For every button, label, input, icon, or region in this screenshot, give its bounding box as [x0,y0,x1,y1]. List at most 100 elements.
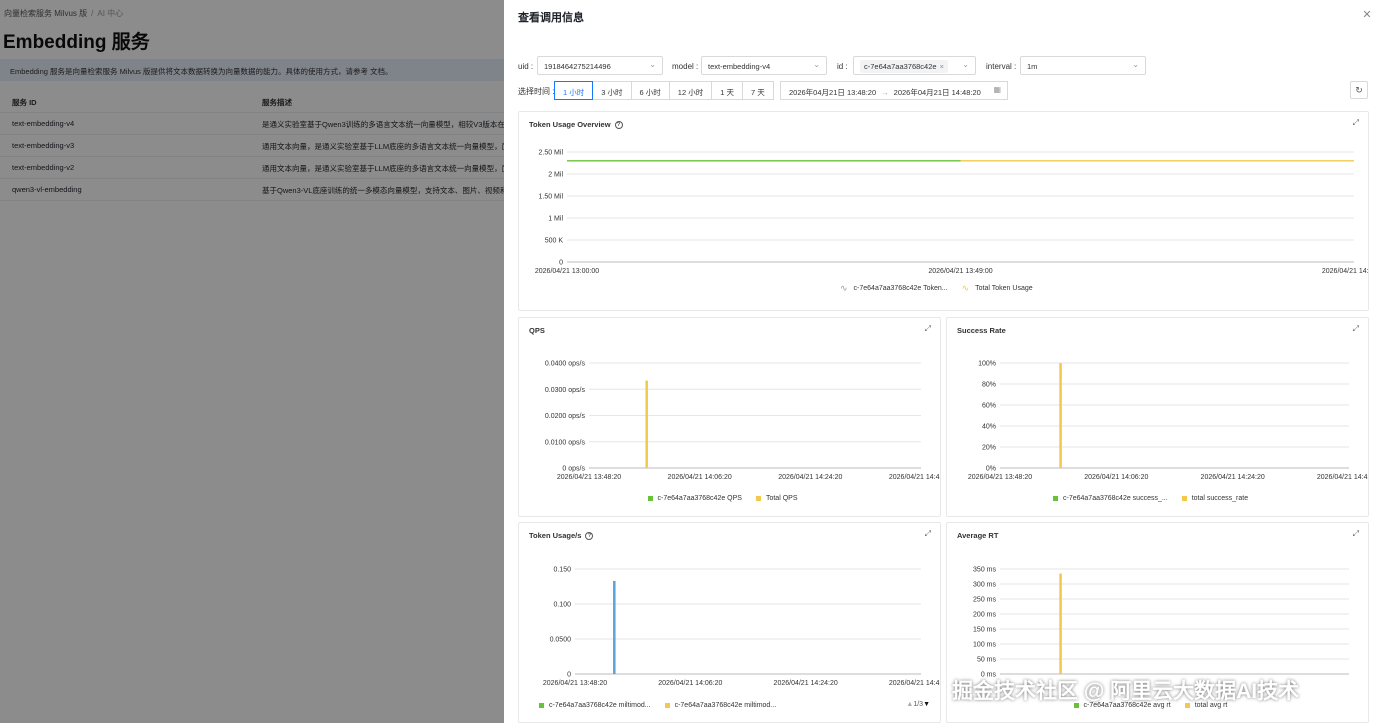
y-tick-label: 150 ms [973,627,996,634]
legend-swatch [539,703,544,708]
y-tick-label: 0.100 [553,602,571,609]
bar [645,380,648,468]
legend-label: c-7e64a7aa3768c42e miltimod... [549,702,651,709]
legend-item[interactable]: ∿ Total Token Usage [962,283,1033,294]
bar [1059,363,1062,468]
y-tick-label: 0.0300 ops/s [545,387,586,394]
time-option-7d[interactable]: 7 天 [742,81,774,100]
y-tick-label: 20% [982,445,996,452]
interval-select[interactable]: 1m ⌄ [1020,56,1146,75]
chart-legend: c-7e64a7aa3768c42e miltimod... c-7e64a7aa… [539,702,790,709]
refresh-icon: ↻ [1355,85,1363,95]
id-tag-value: c-7e64a7aa3768c42e [864,62,937,71]
legend-item[interactable]: c-7e64a7aa3768c42e miltimod... [664,702,777,709]
chart-svg: 0 0.0500 0.100 0.150 2026/04/21 13:48:20 2026… [543,567,940,688]
y-tick-label: 0 ops/s [562,466,585,473]
calendar-icon: ▦ [993,85,1001,94]
legend-item[interactable]: ∿ c-7e64a7aa3768c42e Token... [840,283,948,294]
chart-legend: c-7e64a7aa3768c42e QPS Total QPS [647,495,812,502]
y-tick-label: 0 [559,260,563,267]
chart-legend: ∿ c-7e64a7aa3768c42e Token... ∿ Total Token… [840,283,1047,294]
model-value: text-embedding-v4 [708,62,771,71]
legend-item[interactable]: total success_rate [1181,495,1248,502]
x-tick-label: 2026/04/21 14:42:20 [1317,474,1368,481]
legend-wave-icon: ∿ [840,283,848,293]
x-tick-label: 2026/04/21 14:06:20 [658,680,722,687]
chevron-down-icon: ⌄ [813,60,820,69]
y-tick-label: 250 ms [973,597,996,604]
y-tick-label: 0.0200 ops/s [545,413,586,420]
time-option-12h[interactable]: 12 小时 [668,81,713,100]
legend-label: c-7e64a7aa3768c42e Token... [853,285,948,292]
legend-label: Total Token Usage [975,285,1033,292]
y-tick-label: 100 ms [973,642,996,649]
y-tick-label: 1 Mil [548,216,563,223]
watermark: 掘金技术社区 @ 阿里云大数据AI技术 [952,680,1300,703]
legend-item[interactable]: Total QPS [755,495,797,502]
legend-swatch [755,496,761,501]
time-option-1d[interactable]: 1 天 [711,81,743,100]
tag-close-icon[interactable]: × [940,62,944,71]
legend-label: c-7e64a7aa3768c42e QPS [657,495,742,502]
time-range-segment: 1 小时 3 小时 6 小时 12 小时 1 天 7 天 [554,81,774,100]
y-tick-label: 0.0100 ops/s [545,439,586,446]
x-tick-label: 2026/04/21 14:06:20 [668,474,732,481]
pager-text: 1/3 [913,701,924,708]
x-tick-label: 2026/04/21 14:24:20 [778,474,842,481]
token-usage-per-second-card: Token Usage/s? ⤢ 0 0.0500 0.100 0.150 2026/0… [518,522,941,723]
range-end: 2026年04月21日 14:48:20 [893,88,981,97]
y-tick-label: 1.50 Mil [538,194,563,201]
refresh-button[interactable]: ↻ [1350,81,1368,99]
drawer-title: 查看调用信息 [518,12,584,24]
x-tick-label: 2026/04/21 13:48:20 [557,474,621,481]
legend-swatch [647,496,653,501]
legend-item[interactable]: c-7e64a7aa3768c42e success_... [1053,495,1168,502]
x-tick-label: 2026/04/21 14:24:20 [1201,474,1265,481]
y-tick-label: 0% [986,466,996,473]
interval-label: interval : [986,62,1017,71]
legend-item[interactable]: c-7e64a7aa3768c42e QPS [647,495,742,502]
legend-item[interactable]: c-7e64a7aa3768c42e miltimod... [539,702,651,709]
uid-label: uid : [518,62,534,71]
time-option-3h[interactable]: 3 小时 [592,81,632,100]
y-tick-label: 60% [982,403,996,410]
uid-select[interactable]: 1918464275214496 ⌄ [537,56,663,75]
y-tick-label: 2 Mil [548,172,563,179]
y-tick-label: 350 ms [973,567,996,574]
legend-label: c-7e64a7aa3768c42e miltimod... [674,702,777,709]
chevron-down-icon: ⌄ [1132,60,1139,69]
id-select[interactable]: c-7e64a7aa3768c42e × ⌄ [853,56,976,75]
y-tick-label: 2.50 Mil [538,150,563,157]
success-rate-card: Success Rate ⤢ 0% 20% 40% 60% 80% 100% 2026/04… [946,317,1369,517]
legend-swatch [1181,496,1187,501]
y-tick-label: 50 ms [977,657,997,664]
chevron-down-icon: ⌄ [649,60,656,69]
pager-down-icon[interactable]: ▼ [923,701,930,708]
y-tick-label: 80% [982,382,996,389]
legend-pager[interactable]: ▲1/3▼ [906,701,930,708]
qps-card: QPS ⤢ 0 ops/s 0.0100 ops/s 0.0200 ops/s 0.0… [518,317,941,517]
close-icon[interactable]: ✕ [1360,8,1374,21]
id-label: id : [837,62,848,71]
date-range-picker[interactable]: 2026年04月21日 13:48:20 → 2026年04月21日 14:48:2… [780,81,1008,100]
time-option-6h[interactable]: 6 小时 [630,81,670,100]
uid-value: 1918464275214496 [544,62,611,71]
chart-svg: 0% 20% 40% 60% 80% 100% 2026/04/21 13:48:20 202… [968,361,1368,482]
time-option-1h[interactable]: 1 小时 [554,81,594,100]
x-tick-label: 2026/04/21 14:38:00 [1322,268,1368,275]
y-tick-label: 300 ms [973,582,996,589]
token-usage-overview-card: Token Usage Overview? ⤢ 0 500 K1 Mil 1.50 … [518,111,1369,311]
arrow-right-icon: → [881,88,889,97]
y-tick-label: 0.0500 [550,637,572,644]
y-tick-label: 40% [982,424,996,431]
x-tick-label: 2026/04/21 14:24:20 [774,680,838,687]
id-tag: c-7e64a7aa3768c42e × [860,60,948,73]
model-label: model : [672,62,699,71]
y-tick-label: 100% [978,361,996,368]
chart-svg: 0 ops/s 0.0100 ops/s 0.0200 ops/s 0.0300 op… [545,361,940,482]
model-select[interactable]: text-embedding-v4 ⌄ [701,56,827,75]
chart-legend: c-7e64a7aa3768c42e success_... total succ… [1053,495,1262,502]
call-info-drawer: 查看调用信息 ✕ uid : 1918464275214496 ⌄ model … [504,0,1382,723]
y-tick-label: 200 ms [973,612,996,619]
y-tick-label: 0.150 [553,567,571,574]
